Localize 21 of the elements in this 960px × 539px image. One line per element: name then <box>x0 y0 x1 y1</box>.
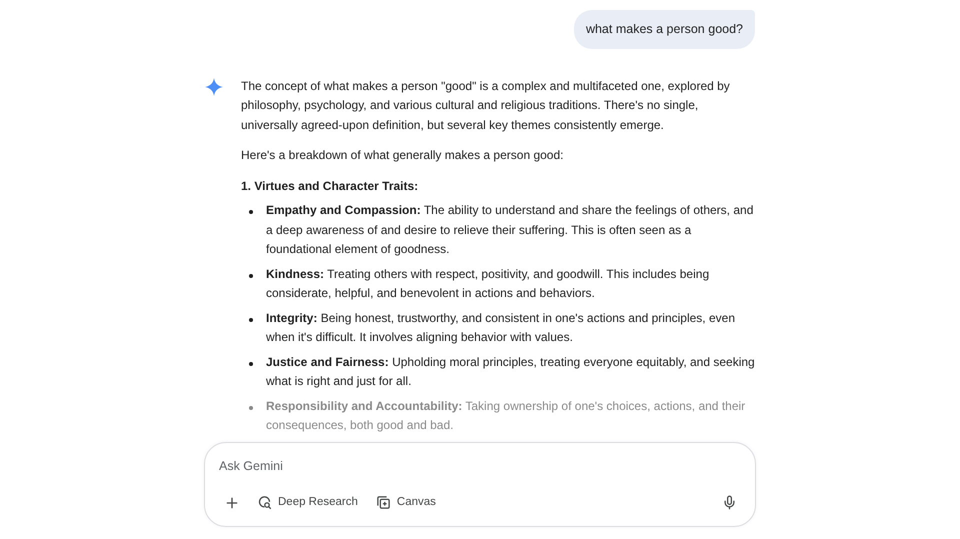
bullet-text: Kindness: Treating others with respect, positivity, and goodwill. This includes being considerate, helpful, and benevolent in actions and behaviors. <box>266 266 710 302</box>
canvas-icon <box>376 495 391 510</box>
tool-button[interactable]: Deep Research <box>251 490 364 516</box>
user-message: what makes a person good? <box>574 10 755 49</box>
sparkle-icon <box>205 78 223 96</box>
bullet-text: Justice and Fairness: Upholding moral principles, treating everyone equitably, and seeking what is right and just for all. <box>266 354 755 390</box>
response-paragraph: Here's a breakdown of what generally makes a person good: <box>241 147 564 164</box>
tool-button[interactable]: Canvas <box>370 490 442 516</box>
bullet-text: Integrity: Being honest, trustworthy, and consistent in one's actions and principles, even when it's difficult. It involves aligning behavior with values. <box>266 310 736 346</box>
plus-icon <box>224 494 240 510</box>
section-heading: 1. Virtues and Character Traits: <box>241 178 420 195</box>
prompt-input[interactable]: Ask Gemini <box>219 456 741 476</box>
bullet-icon <box>249 210 253 214</box>
bullet-icon <box>249 406 253 410</box>
bullet-icon <box>249 362 253 366</box>
bullet-icon <box>249 318 253 322</box>
response-paragraph: The concept of what makes a person "good" is a complex and multifaceted one, explored by philosophy, psychology, and various cultural and religious traditions. There's no single, universally agreed-upon definition, but several key themes consistently emerge. <box>241 78 731 134</box>
microphone-glyph-icon <box>722 495 736 510</box>
bullet-text: Responsibility and Accountability: Taking ownership of one's choices, actions, and their consequences, both good and bad. <box>266 398 746 434</box>
bullet-icon <box>249 274 253 278</box>
bullet-text: Empathy and Compassion: The ability to understand and share the feelings of others, and a deep awareness of and desire to relieve their suffering. This is often seen as a foundational element of goodness. <box>266 202 754 258</box>
